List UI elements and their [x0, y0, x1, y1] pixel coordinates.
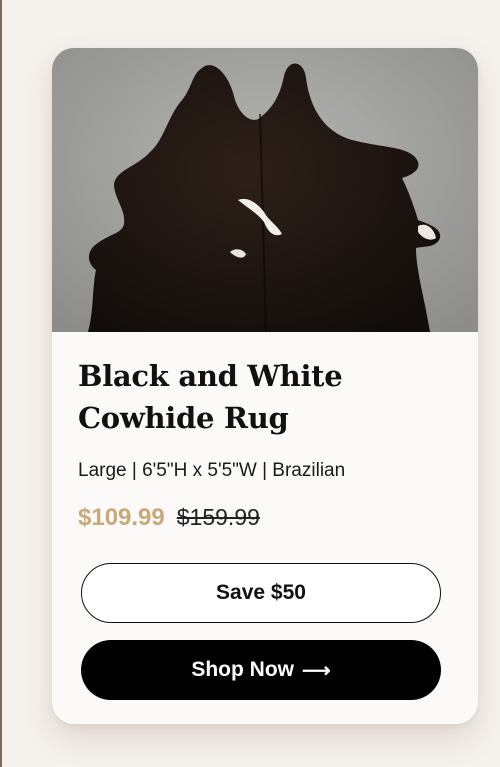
original-price: $159.99: [176, 504, 260, 530]
save-amount-button[interactable]: Save $50: [81, 563, 441, 623]
page-edge-divider: [0, 0, 2, 767]
product-subtitle: Large | 6'5"H x 5'5"W | Brazilian: [78, 460, 346, 481]
price-row: $109.99 $159.99: [78, 504, 260, 532]
sale-price: $109.99: [78, 504, 165, 531]
save-button-label: Save $50: [216, 581, 306, 604]
shop-button-label: Shop Now: [191, 658, 294, 681]
arrow-right-icon: ⟶: [301, 659, 331, 682]
product-title[interactable]: Black and White Cowhide Rug: [78, 355, 458, 439]
product-image[interactable]: [52, 48, 478, 332]
shop-now-button[interactable]: Shop Now ⟶: [81, 640, 441, 700]
product-card[interactable]: Black and White Cowhide Rug Large | 6'5"…: [52, 48, 478, 724]
